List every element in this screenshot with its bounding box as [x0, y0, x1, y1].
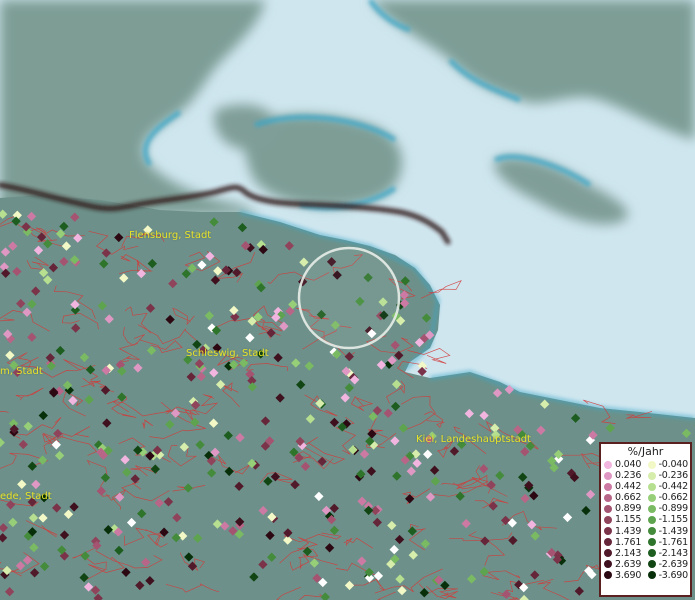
legend-swatch [647, 538, 656, 547]
legend-value: -0.040 [658, 459, 689, 470]
legend-row-negative: -0.899 [647, 503, 689, 515]
legend-swatch [604, 549, 612, 558]
legend-swatch [604, 527, 612, 536]
legend-row-negative: -3.690 [647, 569, 689, 581]
selection-circle[interactable] [297, 246, 401, 350]
legend-swatch [647, 493, 656, 502]
place-label-husum[interactable]: m, Stadt [0, 366, 43, 377]
legend-row-positive: 1.155 [604, 514, 641, 525]
legend-swatch [647, 549, 656, 558]
legend-swatch [647, 482, 656, 491]
legend-row-negative: -1.439 [647, 525, 689, 537]
legend-swatch [604, 493, 612, 502]
legend-row-negative: -2.143 [647, 547, 689, 559]
legend-row-positive: 0.662 [604, 492, 641, 503]
legend-value: 2.639 [615, 558, 642, 570]
legend-value: 0.236 [615, 470, 642, 482]
legend-swatch [647, 516, 656, 525]
legend-value: 1.761 [615, 536, 642, 548]
legend-swatch [604, 504, 612, 513]
map-view[interactable]: Flensburg, Stadt Schleswig, Stadt Kiel, … [0, 0, 695, 600]
map-canvas[interactable] [0, 0, 695, 600]
legend: %/Jahr 0.040 0.236 0.442 0.662 0.899 1.155 1.4… [599, 442, 692, 597]
legend-swatch [647, 571, 656, 580]
legend-value: 3.690 [615, 569, 642, 581]
legend-row-positive: 2.143 [604, 548, 641, 559]
legend-value: 0.040 [615, 459, 642, 470]
legend-positive-column: 0.040 0.236 0.442 0.662 0.899 1.155 1.439 1.761… [604, 459, 641, 581]
legend-swatch [647, 504, 656, 513]
place-label-flensburg[interactable]: Flensburg, Stadt [129, 230, 211, 241]
legend-value: 1.155 [615, 514, 642, 526]
legend-value: -1.439 [658, 525, 689, 537]
legend-row-positive: 0.442 [604, 481, 641, 492]
legend-title: %/Jahr [627, 445, 664, 458]
legend-swatch [604, 471, 612, 480]
legend-swatch [604, 538, 612, 547]
legend-value: -0.236 [658, 470, 689, 482]
legend-row-positive: 3.690 [604, 570, 641, 581]
legend-value: 2.143 [615, 547, 642, 559]
legend-row-negative: -0.236 [647, 470, 689, 482]
legend-swatch [604, 516, 612, 525]
legend-row-negative: -0.442 [647, 481, 689, 493]
legend-swatch [647, 560, 656, 569]
legend-value: -1.155 [658, 514, 689, 526]
legend-row-positive: 0.040 [604, 459, 641, 470]
legend-swatch [604, 482, 612, 491]
legend-value: -3.690 [658, 569, 689, 581]
legend-value: 1.439 [615, 525, 642, 537]
legend-swatch [604, 460, 612, 469]
legend-negative-column: -0.040 -0.236 -0.442 -0.662 -0.899 -1.155 -1.4… [647, 459, 689, 581]
legend-swatch [647, 460, 656, 469]
legend-value: -0.662 [658, 492, 689, 504]
legend-row-positive: 1.439 [604, 526, 641, 537]
legend-value: 0.899 [615, 503, 642, 515]
place-label-kiel[interactable]: Kiel, Landeshauptstadt [416, 434, 531, 445]
legend-value: -2.143 [658, 547, 689, 559]
legend-row-positive: 2.639 [604, 559, 641, 570]
legend-value: 0.662 [615, 492, 642, 504]
legend-swatch [604, 560, 612, 569]
legend-row-negative: -0.040 [647, 459, 689, 470]
legend-value: -0.442 [658, 481, 689, 493]
legend-row-negative: -0.662 [647, 492, 689, 504]
legend-swatch [647, 471, 656, 480]
legend-row-negative: -2.639 [647, 558, 689, 570]
legend-row-positive: 1.761 [604, 537, 641, 548]
legend-swatch [604, 571, 612, 580]
legend-value: 0.442 [615, 481, 642, 493]
place-label-rendsburg[interactable]: ede, Stadt [0, 491, 52, 502]
legend-row-negative: -1.155 [647, 514, 689, 526]
legend-row-negative: -1.761 [647, 536, 689, 548]
place-label-schleswig[interactable]: Schleswig, Stadt [186, 348, 269, 359]
legend-swatch [647, 527, 656, 536]
legend-value: -2.639 [658, 558, 689, 570]
legend-row-positive: 0.899 [604, 503, 641, 514]
legend-row-positive: 0.236 [604, 470, 641, 481]
legend-value: -0.899 [658, 503, 689, 515]
legend-value: -1.761 [658, 536, 689, 548]
